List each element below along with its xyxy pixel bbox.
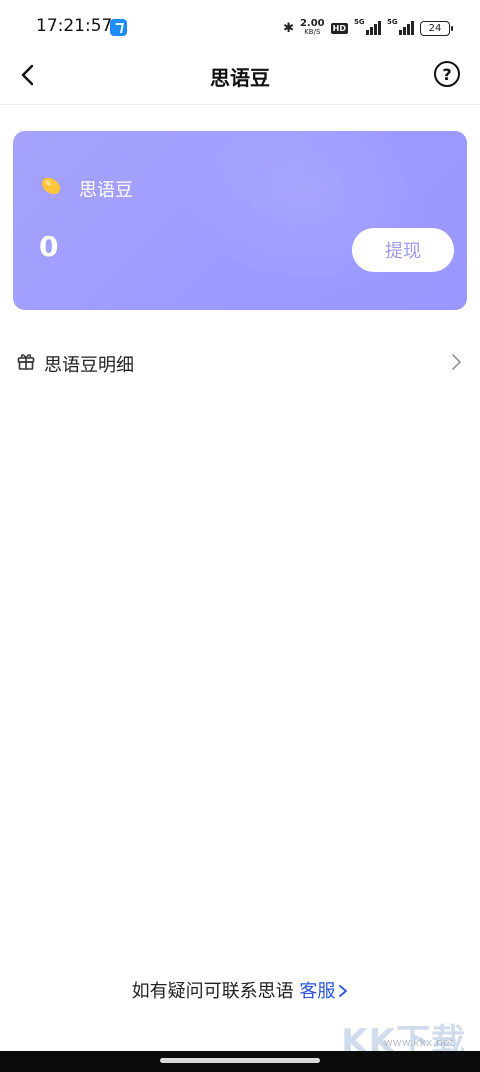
customer-service-link[interactable]: 客服 [299, 981, 348, 1002]
status-indicators: ✱ 2.00 KB/S HD 5G 5G 24 [283, 17, 453, 39]
customer-service-link-label: 客服 [299, 981, 336, 1002]
network-type-label: 5G [354, 18, 365, 26]
network-type-label-secondary: 5G [387, 18, 398, 26]
question-mark-icon: ? [442, 64, 452, 84]
nav-divider [0, 104, 480, 105]
support-hint-text: 如有疑问可联系思语 [131, 981, 294, 1002]
help-button[interactable]: ? [434, 61, 460, 87]
chevron-right-icon [452, 354, 461, 370]
watermark-url: www.kkx.net [383, 1036, 454, 1049]
gift-icon [17, 354, 35, 370]
battery-icon: 24 [420, 20, 453, 36]
network-speed-value: 2.00 [299, 18, 325, 29]
system-navigation-bar [0, 1051, 480, 1072]
network-speed: 2.00 KB/S [300, 19, 325, 37]
bean-icon [41, 177, 61, 195]
bluetooth-icon: ✱ [283, 20, 294, 36]
balance-card: 思语豆 0 提现 [13, 131, 467, 310]
support-hint: 如有疑问可联系思语 客服 [0, 977, 480, 1003]
bean-details-label: 思语豆明细 [44, 355, 134, 376]
card-title: 思语豆 [79, 180, 133, 201]
bean-balance: 0 [39, 230, 59, 263]
hd-badge: HD [330, 22, 348, 34]
signal-icon: 5G [354, 18, 381, 35]
network-speed-unit: KB/S [304, 28, 321, 36]
page-title: 思语豆 [210, 66, 270, 90]
chevron-right-icon [339, 985, 348, 997]
nav-bar: 思语豆 ? [0, 50, 480, 102]
signal-icon-secondary: 5G [387, 18, 414, 35]
home-indicator[interactable] [160, 1058, 320, 1063]
app-notification-icon [110, 19, 127, 36]
withdraw-button[interactable]: 提现 [352, 228, 454, 272]
status-bar: 17:21:57 ✱ 2.00 KB/S HD 5G 5G 24 [0, 0, 480, 56]
bean-details-row[interactable]: 思语豆明细 [0, 342, 480, 382]
status-time: 17:21:57 [36, 16, 113, 36]
withdraw-button-label: 提现 [385, 241, 421, 262]
